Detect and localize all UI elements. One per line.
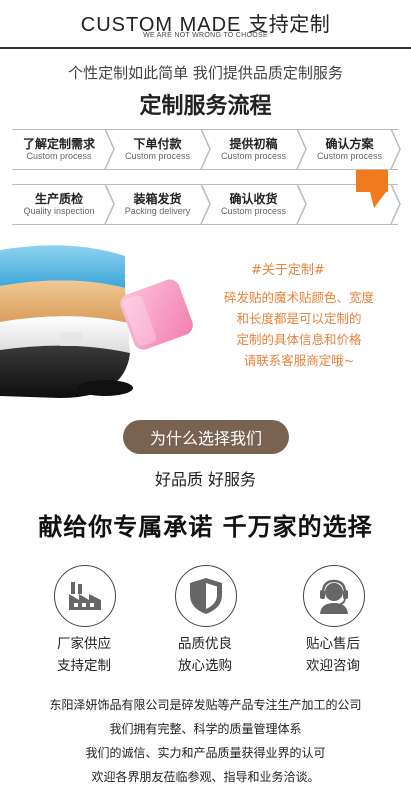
quote-mark-icon [356, 170, 388, 208]
step-title: 下单付款 [133, 136, 182, 151]
company-line: 我们拥有完整、科学的质量管理体系 [109, 722, 302, 736]
company-line: 东阳泽妍饰品有限公司是碎发贴等产品专注生产加工的公司 [49, 698, 362, 712]
step-title: 提供初稿 [229, 136, 278, 151]
process-step: 了解定制需求 Custom process [14, 130, 104, 168]
product-image [0, 238, 200, 400]
why-choose-us-button[interactable]: 为什么选择我们 [123, 420, 289, 454]
about-title: #关于定制# [251, 263, 325, 278]
about-line: 请联系客服商定哦~ [243, 353, 355, 368]
process-step: 下单付款 Custom process [115, 130, 200, 168]
step-subtitle: Quality inspection [23, 205, 95, 216]
step-title: 确认收货 [229, 191, 278, 206]
tagline: 个性定制如此简单 我们提供品质定制服务 [68, 64, 343, 82]
feature-line-1: 品质优良 [178, 636, 232, 652]
about-line: 和长度都是可以定制的 [236, 311, 362, 326]
feature-icon-circle [54, 565, 116, 627]
step-subtitle: Custom process [220, 205, 287, 216]
process-step: 确认收货 Custom process [211, 185, 296, 223]
step-subtitle: Packing delivery [124, 205, 191, 216]
chevron-right-icon [296, 184, 307, 224]
step-subtitle: Custom process [220, 150, 287, 161]
promise-headline: 献给你专属承诺 千万家的选择 [38, 513, 373, 541]
company-line: 欢迎各界朋友莅临参观、指导和业务洽谈。 [91, 770, 320, 784]
about-line: 定制的具体信息和价格 [236, 332, 362, 347]
feature-icon-circle [303, 565, 365, 627]
process-step: 生产质检 Quality inspection [14, 185, 104, 223]
good-quality-text: 好品质 好服务 [154, 470, 257, 489]
step-subtitle: Custom process [26, 150, 92, 161]
factory-icon [69, 582, 101, 610]
feature-line-1: 贴心售后 [306, 636, 360, 652]
feature-line-2: 欢迎咨询 [306, 658, 360, 674]
step-title: 了解定制需求 [22, 136, 95, 151]
company-line: 我们的诚信、实力和产品质量获得业界的认可 [85, 746, 326, 760]
feature-icon-circle [175, 565, 237, 627]
chevron-right-icon [390, 129, 401, 169]
step-title: 装箱发货 [133, 191, 182, 206]
feature-text: 贴心售后 欢迎咨询 [283, 633, 383, 677]
chevron-right-icon [390, 184, 401, 224]
about-line: 碎发贴的魔术贴颜色、宽度 [223, 290, 374, 305]
process-step: 装箱发货 Packing delivery [115, 185, 200, 223]
process-step: 提供初稿 Custom process [211, 130, 296, 168]
process-step: 确认方案 Custom process [307, 130, 392, 168]
feature-text: 厂家供应 支持定制 [34, 633, 134, 677]
step-title: 确认方案 [325, 136, 374, 151]
feature-line-2: 支持定制 [57, 658, 111, 674]
shield-icon [190, 578, 222, 614]
customer-service-icon [320, 579, 348, 614]
process-title: 定制服务流程 [139, 94, 272, 119]
about-text: 碎发贴的魔术贴颜色、宽度 和长度都是可以定制的 定制的具体信息和价格 请联系客服… [196, 287, 402, 371]
header-divider [0, 47, 411, 49]
header-subtitle: WE ARE NOT WRONG TO CHOOSE [143, 32, 268, 39]
feature-text: 品质优良 放心选购 [155, 633, 255, 677]
feature-line-1: 厂家供应 [57, 636, 111, 652]
step-subtitle: Custom process [124, 150, 191, 161]
feature-line-2: 放心选购 [178, 658, 232, 674]
step-title: 生产质检 [34, 191, 83, 206]
step-subtitle: Custom process [316, 150, 383, 161]
